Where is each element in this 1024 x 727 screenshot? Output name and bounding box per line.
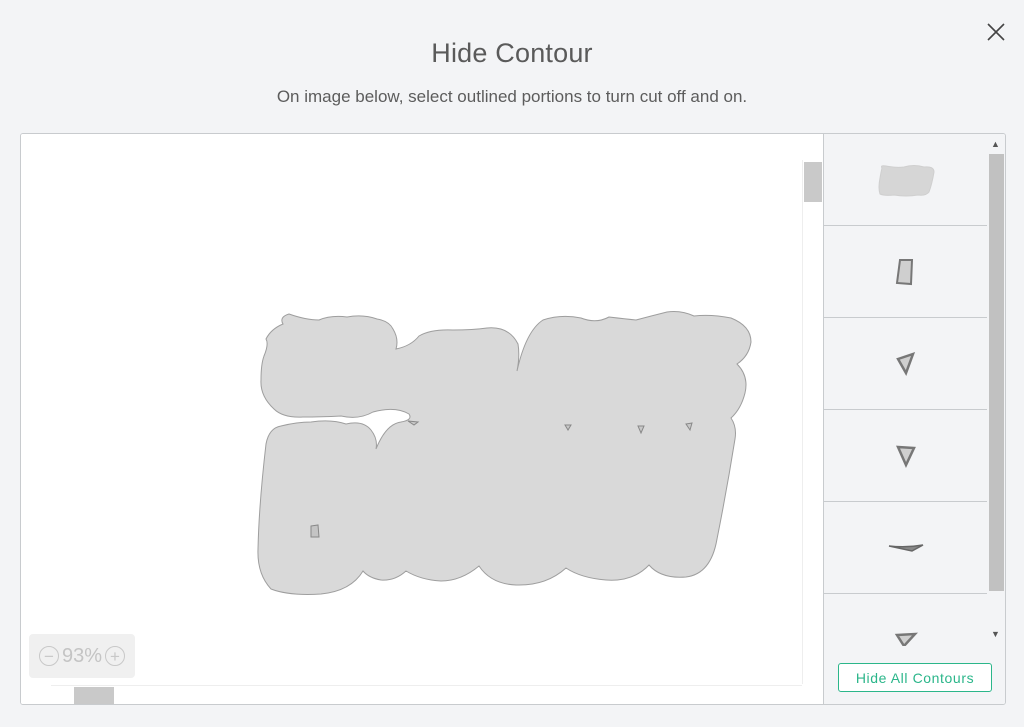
- plus-circle-icon: +: [110, 646, 120, 666]
- hide-all-contours-button[interactable]: Hide All Contours: [838, 663, 992, 692]
- dialog-subtitle: On image below, select outlined portions…: [276, 87, 748, 106]
- zoom-out-button[interactable]: −: [38, 646, 59, 666]
- contour-tile-quad[interactable]: [824, 226, 987, 318]
- contour-main-word[interactable]: [257, 311, 752, 595]
- scroll-down-arrow-icon[interactable]: ▼: [987, 626, 1004, 642]
- dialog-title: Hide Contour: [431, 38, 593, 68]
- contour-tile-triangle-1[interactable]: [824, 318, 987, 410]
- canvas-horizontal-scrollbar[interactable]: [51, 685, 802, 704]
- contour-quad-hole[interactable]: [310, 524, 320, 538]
- contour-editor: − 93% + ▲ ▼ Hide All Contours: [20, 133, 1006, 705]
- contour-triangle-thumbnail-1: [895, 351, 915, 376]
- contour-tile-main[interactable]: [824, 134, 987, 226]
- scroll-up-arrow-icon[interactable]: ▲: [987, 136, 1004, 152]
- contour-preview[interactable]: [21, 134, 823, 704]
- contour-list-scroll-thumb[interactable]: [989, 154, 1004, 591]
- zoom-control: − 93% +: [29, 634, 135, 678]
- contour-quad-thumbnail: [895, 258, 913, 285]
- contour-main-thumbnail: [878, 164, 935, 196]
- contour-triangle-thumbnail-2: [895, 445, 916, 468]
- minus-circle-icon: −: [44, 646, 54, 666]
- canvas-vertical-scrollbar[interactable]: [802, 160, 823, 684]
- contour-list-scrollbar[interactable]: ▲ ▼: [987, 134, 1004, 646]
- zoom-level: 93%: [61, 644, 103, 667]
- contour-sliver-thumbnail: [888, 543, 923, 552]
- canvas-horizontal-scroll-thumb[interactable]: [74, 687, 114, 704]
- contour-tile-triangle-2[interactable]: [824, 410, 987, 502]
- contour-list-panel: ▲ ▼ Hide All Contours: [823, 134, 1005, 704]
- contour-tile-triangle-3[interactable]: [824, 594, 987, 646]
- contour-tile-sliver[interactable]: [824, 502, 987, 594]
- canvas-vertical-scroll-thumb[interactable]: [804, 162, 822, 202]
- zoom-in-button[interactable]: +: [105, 646, 126, 666]
- contour-canvas[interactable]: − 93% +: [21, 134, 823, 704]
- contour-triangle-thumbnail-3: [894, 632, 918, 646]
- contour-list[interactable]: [824, 134, 987, 646]
